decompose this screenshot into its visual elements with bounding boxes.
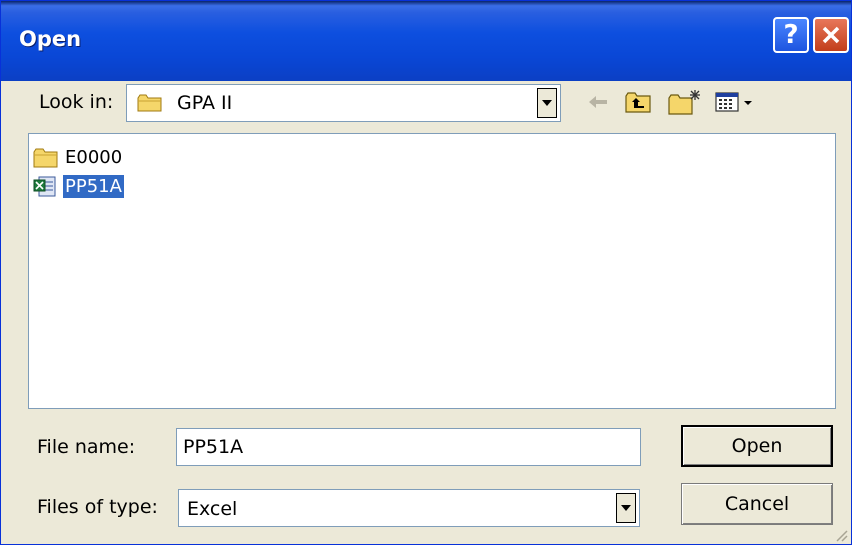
help-button[interactable]: ? — [773, 17, 809, 53]
file-name-field[interactable] — [176, 428, 641, 466]
new-folder-button[interactable] — [667, 87, 703, 117]
list-item-folder[interactable]: E0000 — [33, 144, 124, 170]
new-folder-icon — [668, 90, 700, 115]
back-arrow-icon — [589, 96, 607, 108]
back-button[interactable] — [584, 87, 612, 117]
list-item-label: E0000 — [65, 146, 123, 168]
files-of-type-label: Files of type: — [37, 496, 158, 518]
file-list[interactable]: E0000 PP51A — [28, 133, 836, 409]
look-in-label: Look in: — [39, 91, 114, 113]
up-one-level-button[interactable] — [622, 87, 654, 117]
help-icon: ? — [783, 20, 799, 50]
look-in-dropdown-arrow[interactable] — [537, 88, 557, 118]
look-in-value: GPA II — [177, 92, 233, 114]
list-item-file[interactable]: PP51A — [33, 173, 124, 199]
excel-file-icon — [33, 176, 56, 197]
view-menu-icon — [715, 92, 752, 112]
close-icon — [822, 26, 840, 44]
file-name-input[interactable] — [177, 429, 640, 465]
files-of-type-value: Excel — [187, 498, 238, 520]
views-menu-button[interactable] — [713, 87, 765, 117]
cancel-button[interactable]: Cancel — [681, 483, 833, 525]
folder-icon — [33, 148, 58, 168]
close-button[interactable] — [813, 17, 849, 53]
resize-grip-icon[interactable] — [833, 527, 849, 543]
chevron-down-icon — [542, 100, 552, 106]
files-of-type-dropdown-arrow[interactable] — [616, 493, 636, 523]
open-button[interactable]: Open — [681, 425, 833, 467]
list-item-label: PP51A — [63, 174, 124, 198]
dialog-title: Open — [19, 27, 82, 51]
look-in-combo[interactable]: GPA II — [126, 84, 561, 122]
open-dialog: Open ? Look in: GPA II E0000 PP51A File … — [0, 0, 852, 545]
title-bar[interactable]: Open ? — [1, 1, 851, 81]
up-folder-icon — [625, 92, 651, 113]
file-name-label: File name: — [37, 436, 136, 458]
folder-icon — [137, 94, 162, 112]
chevron-down-icon — [621, 505, 631, 511]
files-of-type-select[interactable]: Excel — [178, 489, 640, 527]
